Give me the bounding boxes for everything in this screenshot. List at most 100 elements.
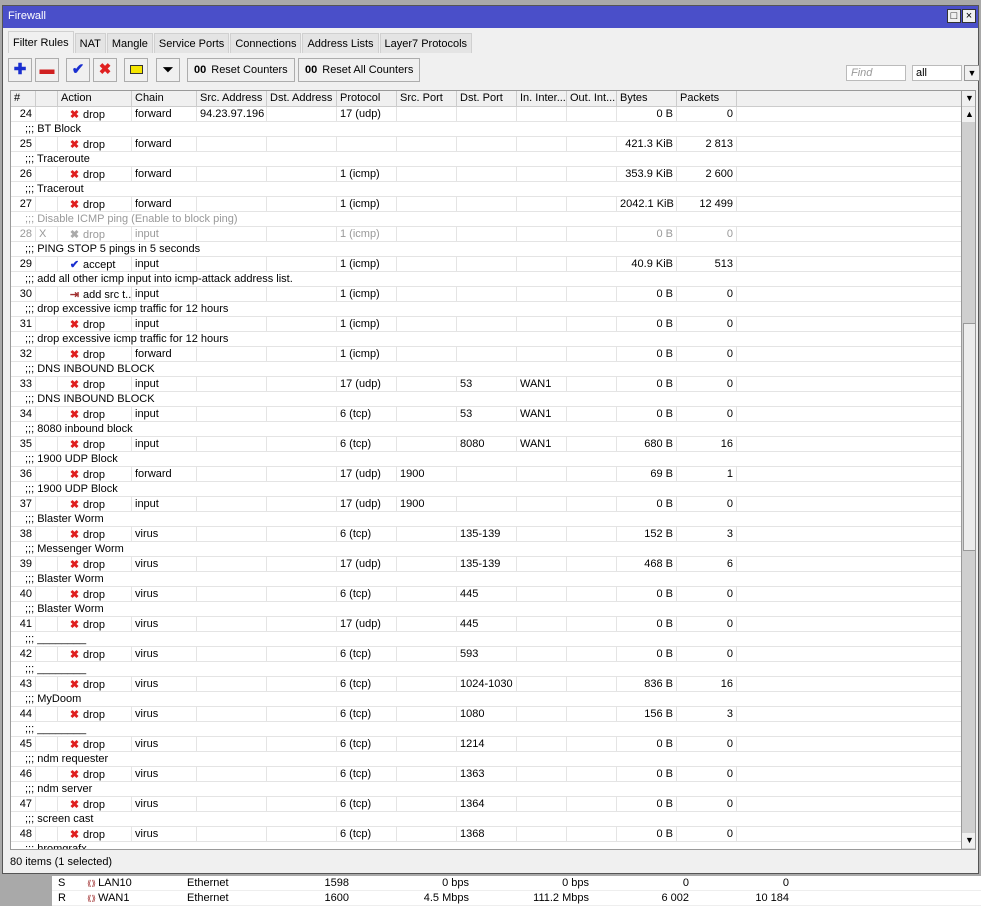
column-header-src-address[interactable]: Src. Address <box>197 91 267 106</box>
comment-row[interactable]: ;;; Traceroute <box>11 152 975 167</box>
comment-row[interactable]: ;;; drop excessive icmp traffic for 12 h… <box>11 302 975 317</box>
cell-protocol: 17 (udp) <box>337 467 397 482</box>
rule-row[interactable]: 48 ✖ drop virus 6 (tcp) 1368 0 B0 <box>11 827 975 842</box>
column-header-in-interface[interactable]: In. Inter... <box>517 91 567 106</box>
rule-row[interactable]: 35 ✖ drop input 6 (tcp) 8080 WAN1 680 B 16 <box>11 437 975 452</box>
cell-action: ✖ drop <box>58 197 132 212</box>
comment-row[interactable]: ;;; screen cast <box>11 812 975 827</box>
filter-button[interactable]: ⏷ <box>156 58 180 82</box>
column-header-out-interface[interactable]: Out. Int... <box>567 91 617 106</box>
comment-row[interactable]: ;;; ________ <box>11 662 975 677</box>
dropdown-icon[interactable]: ▼ <box>964 65 980 81</box>
interface-row[interactable]: S ⟪⟫ LAN10 Ethernet 1598 0 bps 0 bps 0 0 <box>52 876 981 891</box>
rule-row[interactable]: 31 ✖ drop input 1 (icmp) 0 B0 <box>11 317 975 332</box>
reset-counters-button[interactable]: 00 Reset Counters <box>187 58 295 82</box>
add-button[interactable]: ✚ <box>8 58 32 82</box>
comment-row[interactable]: ;;; 1900 UDP Block <box>11 452 975 467</box>
cell-dst-address <box>267 497 337 512</box>
tab-layer7-protocols[interactable]: Layer7 Protocols <box>379 33 473 53</box>
comment-row[interactable]: ;;; 1900 UDP Block <box>11 482 975 497</box>
tab-nat[interactable]: NAT <box>74 33 106 53</box>
tab-address-lists[interactable]: Address Lists <box>302 33 379 53</box>
comment-row[interactable]: ;;; MyDoom <box>11 692 975 707</box>
rule-row[interactable]: 32 ✖ drop forward 1 (icmp) 0 B0 <box>11 347 975 362</box>
comment-button[interactable] <box>124 58 148 82</box>
scrollbar-thumb[interactable] <box>963 323 975 551</box>
comment-row[interactable]: ;;; Blaster Worm <box>11 512 975 527</box>
scroll-down-icon[interactable]: ▼ <box>962 833 975 848</box>
disable-button[interactable]: ✖ <box>93 58 117 82</box>
rule-row[interactable]: 28 X ✖ drop input 1 (icmp) 0 B0 <box>11 227 975 242</box>
filter-select[interactable]: all <box>912 65 962 81</box>
scroll-up-icon[interactable]: ▲ <box>962 107 975 122</box>
rule-row[interactable]: 46 ✖ drop virus 6 (tcp) 1363 0 B0 <box>11 767 975 782</box>
close-icon[interactable]: × <box>962 9 976 23</box>
remove-button[interactable]: ▬ <box>35 58 59 82</box>
rule-row[interactable]: 25 ✖ drop forward 421.3 KiB 2 813 <box>11 137 975 152</box>
column-header-chain[interactable]: Chain <box>132 91 197 106</box>
rule-row[interactable]: 42 ✖ drop virus 6 (tcp) 593 0 B0 <box>11 647 975 662</box>
rule-row[interactable]: 29 ✔ accept input 1 (icmp) 40.9 KiB 513 <box>11 257 975 272</box>
column-menu-icon[interactable]: ▼ <box>962 91 975 106</box>
comment-row[interactable]: ;;; ndm server <box>11 782 975 797</box>
cell-out-interface <box>567 287 617 302</box>
cell-packets: 0 <box>677 797 737 812</box>
rule-row[interactable]: 34 ✖ drop input 6 (tcp) 53 WAN1 0 B0 <box>11 407 975 422</box>
comment-row[interactable]: ;;; Disable ICMP ping (Enable to block p… <box>11 212 975 227</box>
comment-row[interactable]: ;;; ________ <box>11 722 975 737</box>
rule-row[interactable]: 33 ✖ drop input 17 (udp) 53 WAN1 0 B0 <box>11 377 975 392</box>
maximize-icon[interactable]: □ <box>947 9 961 23</box>
vertical-scrollbar[interactable]: ▼ ▲ ▼ <box>961 91 975 849</box>
comment-row[interactable]: ;;; PING STOP 5 pings in 5 seconds <box>11 242 975 257</box>
interface-tx: 4.5 Mbps <box>423 892 469 904</box>
rule-row[interactable]: 24 ✖ drop forward 94.23.97.196 17 (udp) 0 B0 <box>11 107 975 122</box>
rule-row[interactable]: 45 ✖ drop virus 6 (tcp) 1214 0 B0 <box>11 737 975 752</box>
column-header-flag[interactable] <box>36 91 58 106</box>
rule-row[interactable]: 38 ✖ drop virus 6 (tcp) 135-139 152 B3 <box>11 527 975 542</box>
comment-row[interactable]: ;;; ________ <box>11 632 975 647</box>
rule-row[interactable]: 27 ✖ drop forward 1 (icmp) 2042.1 KiB 12 499 <box>11 197 975 212</box>
rule-row[interactable]: 44 ✖ drop virus 6 (tcp) 1080 156 B3 <box>11 707 975 722</box>
tab-connections[interactable]: Connections <box>230 33 302 53</box>
column-header-num[interactable]: # <box>11 91 36 106</box>
rule-row[interactable]: 39 ✖ drop virus 17 (udp) 135-139 468 B6 <box>11 557 975 572</box>
comment-row[interactable]: ;;; Tracerout <box>11 182 975 197</box>
comment-row[interactable]: ;;; DNS INBOUND BLOCK <box>11 362 975 377</box>
comment-row[interactable]: ;;; drop excessive icmp traffic for 12 h… <box>11 332 975 347</box>
column-header-protocol[interactable]: Protocol <box>337 91 397 106</box>
tab-service-ports[interactable]: Service Ports <box>153 33 230 53</box>
cell-dst-address <box>267 767 337 782</box>
rule-row[interactable]: 41 ✖ drop virus 17 (udp) 445 0 B0 <box>11 617 975 632</box>
rule-row[interactable]: 30 ⇥ add src t... input 1 (icmp) 0 B0 <box>11 287 975 302</box>
column-header-dst-address[interactable]: Dst. Address <box>267 91 337 106</box>
rule-comment: ;;; 8080 inbound block <box>25 423 133 435</box>
interface-row[interactable]: R ⟪⟫ WAN1 Ethernet 1600 4.5 Mbps 111.2 Mbps 6 … <box>52 891 981 906</box>
rule-row[interactable]: 40 ✖ drop virus 6 (tcp) 445 0 B0 <box>11 587 975 602</box>
rule-row[interactable]: 26 ✖ drop forward 1 (icmp) 353.9 KiB 2 600 <box>11 167 975 182</box>
rule-row[interactable]: 37 ✖ drop input 17 (udp) 1900 0 B0 <box>11 497 975 512</box>
column-header-src-port[interactable]: Src. Port <box>397 91 457 106</box>
column-header-packets[interactable]: Packets <box>677 91 737 106</box>
column-header-dst-port[interactable]: Dst. Port <box>457 91 517 106</box>
comment-row[interactable]: ;;; hromgrafx <box>11 842 975 849</box>
cell-src-port <box>397 557 457 572</box>
tab-filter-rules[interactable]: Filter Rules <box>8 31 74 53</box>
find-input[interactable]: Find <box>846 65 906 81</box>
comment-row[interactable]: ;;; 8080 inbound block <box>11 422 975 437</box>
comment-row[interactable]: ;;; ndm requester <box>11 752 975 767</box>
comment-row[interactable]: ;;; Messenger Worm <box>11 542 975 557</box>
enable-button[interactable]: ✔ <box>66 58 90 82</box>
column-header-bytes[interactable]: Bytes <box>617 91 677 106</box>
rule-row[interactable]: 36 ✖ drop forward 17 (udp) 1900 69 B1 <box>11 467 975 482</box>
rule-row[interactable]: 47 ✖ drop virus 6 (tcp) 1364 0 B0 <box>11 797 975 812</box>
column-header-action[interactable]: Action <box>58 91 132 106</box>
comment-row[interactable]: ;;; Blaster Worm <box>11 572 975 587</box>
comment-row[interactable]: ;;; Blaster Worm <box>11 602 975 617</box>
tab-mangle[interactable]: Mangle <box>106 33 153 53</box>
rule-row[interactable]: 43 ✖ drop virus 6 (tcp) 1024-1030 836 B 16 <box>11 677 975 692</box>
comment-row[interactable]: ;;; DNS INBOUND BLOCK <box>11 392 975 407</box>
comment-row[interactable]: ;;; add all other icmp input into icmp-a… <box>11 272 975 287</box>
reset-all-counters-button[interactable]: 00 Reset All Counters <box>298 58 421 82</box>
cell-src-port <box>397 437 457 452</box>
comment-row[interactable]: ;;; BT Block <box>11 122 975 137</box>
